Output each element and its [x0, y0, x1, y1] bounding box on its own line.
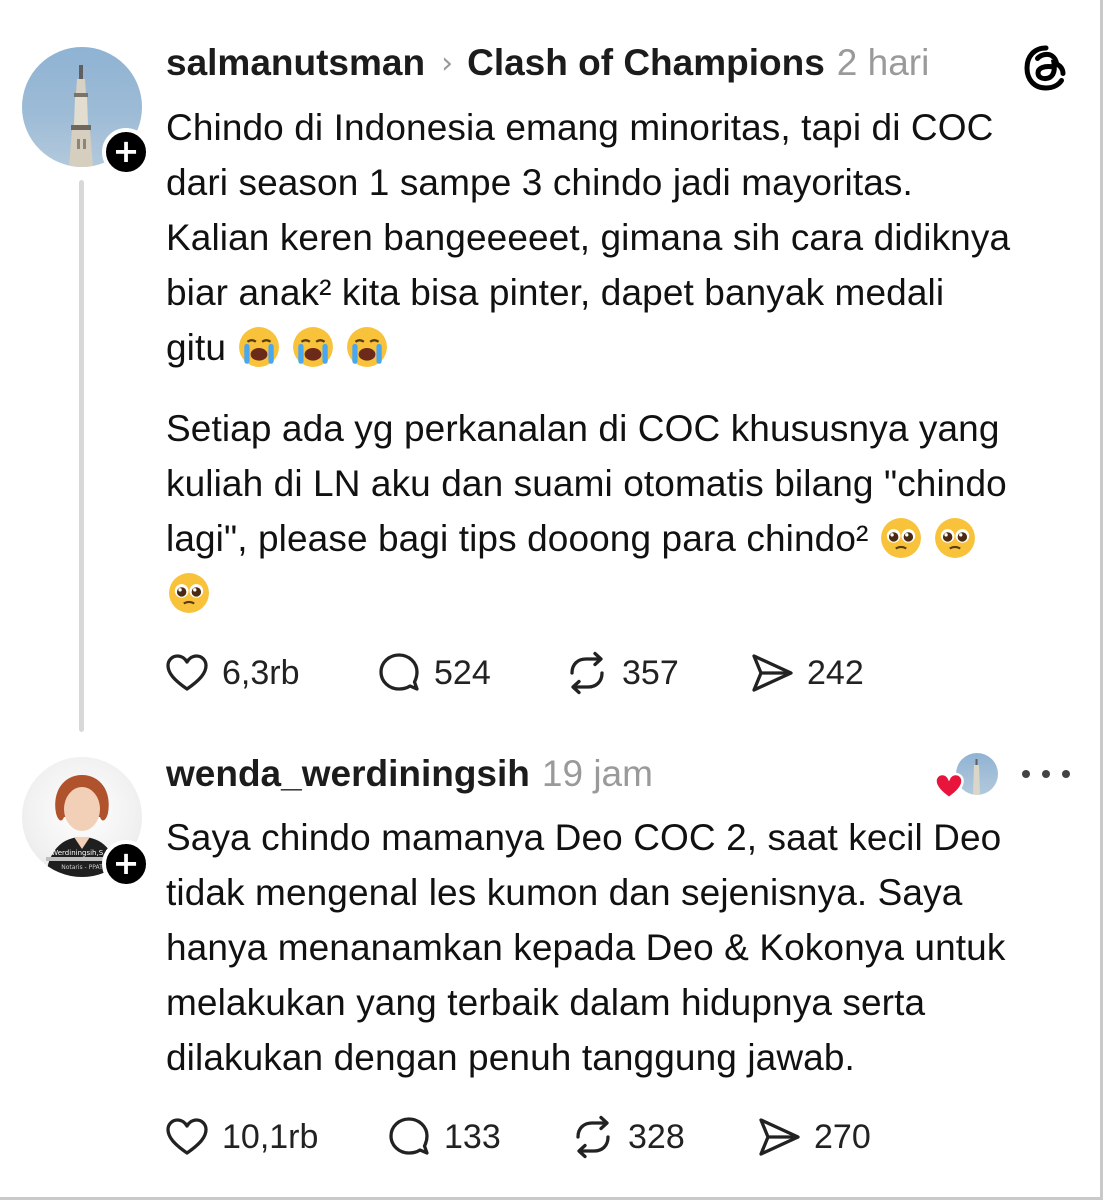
send-icon: [752, 654, 793, 692]
share-count: 270: [814, 1117, 871, 1156]
post-time: 2 hari: [836, 42, 930, 83]
reply-button[interactable]: 133: [386, 1112, 501, 1162]
loudly-crying-face-icon: [239, 327, 280, 367]
pleading-face-icon: [881, 518, 922, 558]
pleading-face-icon: [935, 518, 976, 558]
post-text-2a: Setiap ada yg perkanalan di COC khususny…: [166, 408, 1000, 449]
reply-time: 19 jam: [541, 753, 653, 794]
repost-count: 328: [628, 1117, 685, 1156]
community-name[interactable]: Clash of Champions: [467, 42, 825, 84]
share-count: 242: [807, 653, 864, 692]
post-paragraph-1: Chindo di Indonesia emang minoritas, tap…: [166, 100, 1081, 375]
author-liked-heart-icon: [934, 772, 964, 800]
loudly-crying-face-icon: [347, 327, 388, 367]
follow-plus-button[interactable]: +: [102, 128, 150, 176]
more-dot-icon: [1042, 770, 1050, 778]
repost-button[interactable]: 328: [570, 1112, 685, 1162]
post-text-2c: lagi", please bagi tips dooong para chin…: [166, 518, 869, 559]
pleading-face-icon: [169, 573, 209, 613]
follow-plus-button[interactable]: +: [102, 840, 150, 888]
repost-button[interactable]: 357: [564, 648, 679, 698]
send-icon: [759, 1118, 800, 1156]
repost-count: 357: [622, 653, 679, 692]
like-button[interactable]: 6,3rb: [164, 648, 300, 698]
reply-count: 524: [434, 653, 491, 692]
post-text-2b: kuliah di LN aku dan suami otomatis bila…: [166, 463, 1007, 504]
loudly-crying-face-icon: [293, 327, 334, 367]
reply-body: Saya chindo mamanya Deo COC 2, saat keci…: [166, 817, 1006, 1078]
reply-button[interactable]: 524: [376, 648, 491, 698]
more-dot-icon: [1022, 770, 1030, 778]
post-header: salmanutsman › Clash of Champions 2 hari: [166, 38, 929, 88]
post-username[interactable]: salmanutsman: [166, 42, 425, 84]
heart-icon: [166, 654, 208, 691]
reply-count: 133: [444, 1117, 501, 1156]
heart-icon: [166, 1118, 208, 1155]
share-button[interactable]: 242: [749, 648, 864, 698]
comment-bubble-icon: [379, 653, 419, 691]
repost-icon: [576, 1115, 610, 1159]
chevron-right-icon: ›: [441, 45, 454, 81]
share-button[interactable]: 270: [756, 1112, 871, 1162]
reply-header: wenda_werdiningsih 19 jam: [166, 749, 653, 799]
more-dot-icon: [1062, 770, 1070, 778]
reply-action-bar: 10,1rb 133 328 270: [164, 1112, 924, 1162]
post-action-bar: 6,3rb 524 357 242: [164, 648, 924, 698]
like-count: 10,1rb: [222, 1117, 319, 1156]
thread-connector-line: [79, 180, 84, 732]
repost-icon: [570, 651, 604, 695]
avatar-caption-2: Notaris - PPAT: [61, 864, 103, 871]
more-options-button[interactable]: [1022, 762, 1070, 786]
post-paragraph-2: Setiap ada yg perkanalan di COC khususny…: [166, 401, 1081, 621]
reply-username[interactable]: wenda_werdiningsih: [166, 753, 530, 795]
like-count: 6,3rb: [222, 653, 300, 692]
comment-bubble-icon: [389, 1117, 429, 1155]
threads-logo-icon[interactable]: [1022, 44, 1070, 92]
like-button[interactable]: 10,1rb: [164, 1112, 318, 1162]
